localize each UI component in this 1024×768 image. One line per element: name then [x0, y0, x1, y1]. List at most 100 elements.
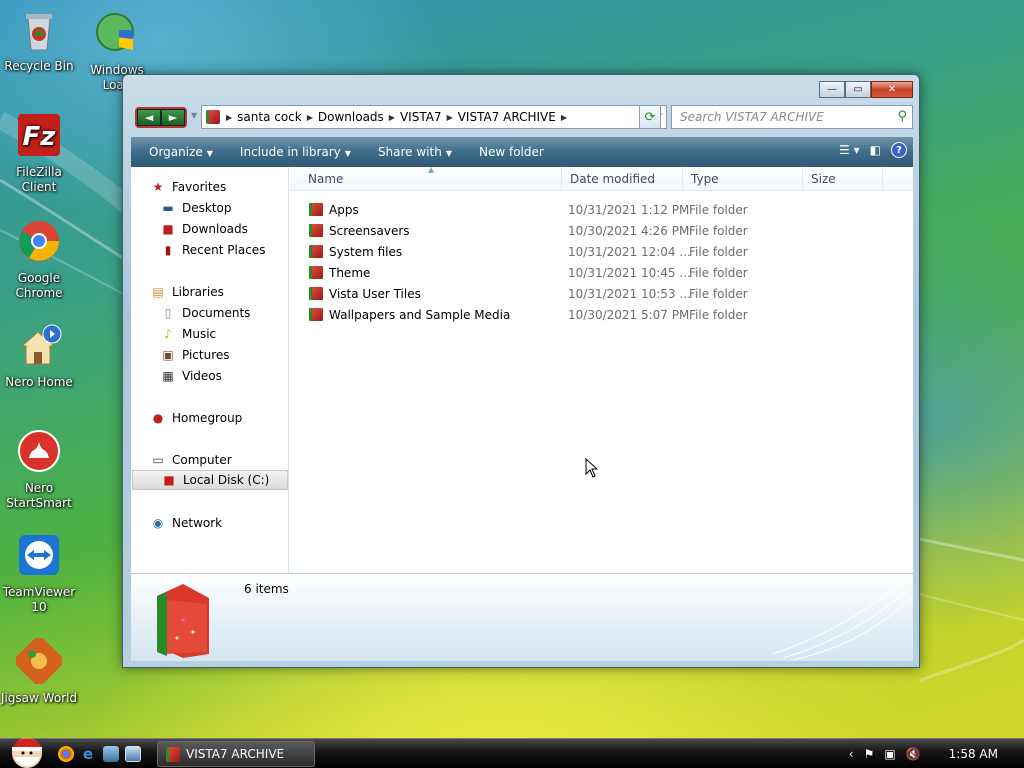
desktop-icon-recycle-bin[interactable]: Recycle Bin: [0, 6, 78, 74]
computer-icon: ▭: [152, 452, 164, 467]
include-in-library-menu[interactable]: Include in library ▼: [231, 145, 360, 159]
file-name: Screensavers: [329, 223, 410, 238]
address-bar[interactable]: ▶ santa cock ▶ Downloads ▶ VISTA7 ▶ VIST…: [201, 105, 667, 129]
organize-menu[interactable]: Organize ▼: [140, 145, 222, 159]
nav-item-libraries[interactable]: ▤ Libraries: [151, 282, 224, 302]
internet-explorer-icon[interactable]: e: [80, 746, 96, 762]
switch-windows-icon[interactable]: [125, 746, 141, 762]
nav-item-local-disk[interactable]: ■ Local Disk (C:): [132, 470, 288, 490]
include-label: Include in library: [239, 145, 341, 159]
new-folder-button[interactable]: New folder: [470, 145, 553, 159]
file-row[interactable]: Vista User Tiles 10/31/2021 10:53 ... Fi…: [291, 283, 913, 304]
file-name: Theme: [329, 265, 371, 280]
breadcrumb-downloads[interactable]: Downloads: [313, 110, 389, 124]
chevron-down-icon: ▼: [445, 149, 452, 158]
recycle-bin-icon: [26, 14, 52, 51]
file-row[interactable]: Apps 10/31/2021 1:12 PM File folder: [291, 199, 913, 220]
minimize-button[interactable]: —: [819, 81, 845, 98]
sort-ascending-icon: ▲: [428, 165, 435, 174]
close-button[interactable]: ✕: [871, 81, 913, 98]
file-name: Vista User Tiles: [329, 286, 421, 301]
share-with-menu[interactable]: Share with ▼: [369, 145, 461, 159]
nav-item-favorites[interactable]: ★ Favorites: [151, 177, 227, 197]
nav-label: Desktop: [182, 201, 232, 215]
file-row[interactable]: Wallpapers and Sample Media 10/30/2021 5…: [291, 304, 913, 325]
details-decoration: [772, 583, 912, 661]
file-type: File folder: [689, 307, 748, 322]
recent-places-icon: ▮: [164, 242, 172, 257]
nav-item-music[interactable]: ♪ Music: [161, 324, 216, 344]
back-button[interactable]: ◄: [137, 109, 161, 126]
file-row[interactable]: Screensavers 10/30/2021 4:26 PM File fol…: [291, 220, 913, 241]
teamviewer-icon: [19, 535, 59, 575]
nav-item-computer[interactable]: ▭ Computer: [151, 450, 232, 470]
nav-item-documents[interactable]: ▯ Documents: [161, 303, 251, 323]
file-name: Apps: [329, 202, 359, 217]
desktop-icon-label: Recycle Bin: [4, 59, 74, 73]
search-placeholder: Search VISTA7 ARCHIVE: [680, 110, 824, 124]
nav-label: Local Disk (C:): [183, 473, 270, 487]
taskbar-button-vista7-archive[interactable]: VISTA7 ARCHIVE: [157, 741, 315, 767]
refresh-button[interactable]: ⟳: [639, 105, 661, 129]
file-type: File folder: [689, 202, 748, 217]
music-icon: ♪: [164, 326, 172, 341]
column-label: Date modified: [570, 171, 656, 186]
search-input[interactable]: Search VISTA7 ARCHIVE ⚲: [671, 105, 913, 129]
nav-item-downloads[interactable]: ■ Downloads: [161, 219, 248, 239]
column-header-type[interactable]: Type: [683, 167, 803, 191]
action-center-flag-icon[interactable]: ⚑: [864, 747, 875, 761]
desktop-icon-label: Nero Home: [5, 375, 73, 389]
nero-home-icon: [20, 324, 62, 365]
volume-muted-icon[interactable]: 🔇: [906, 747, 921, 761]
column-label: Type: [691, 171, 719, 186]
history-dropdown-icon[interactable]: ▼: [191, 111, 197, 120]
help-icon[interactable]: ?: [891, 142, 907, 158]
desktop-icon-nero-startsmart[interactable]: Nero StartSmart: [0, 428, 78, 511]
nav-label: Music: [182, 327, 217, 341]
column-header-filler: [883, 167, 913, 191]
column-header-date[interactable]: Date modified: [562, 167, 683, 191]
file-row[interactable]: System files 10/31/2021 12:04 ... File f…: [291, 241, 913, 262]
desktop-icon-label: Nero StartSmart: [6, 481, 72, 510]
nav-item-desktop[interactable]: ▬ Desktop: [161, 198, 232, 218]
nav-item-network[interactable]: ◉ Network: [151, 513, 222, 533]
desktop-icon-chrome[interactable]: Google Chrome: [0, 218, 78, 301]
search-icon[interactable]: ⚲: [897, 109, 907, 124]
forward-button[interactable]: ►: [161, 109, 185, 126]
clock[interactable]: 1:58 AM: [949, 747, 998, 761]
file-row[interactable]: Theme 10/31/2021 10:45 ... File folder: [291, 262, 913, 283]
nav-item-pictures[interactable]: ▣ Pictures: [161, 345, 229, 365]
show-desktop-icon[interactable]: [103, 746, 119, 762]
column-label: Name: [308, 171, 344, 186]
pictures-icon: ▣: [162, 347, 174, 362]
breadcrumb-santa-cock[interactable]: santa cock: [232, 110, 307, 124]
column-header-size[interactable]: Size: [803, 167, 883, 191]
nav-label: Documents: [182, 306, 251, 320]
nero-startsmart-icon: [18, 430, 60, 472]
chrome-quicklaunch-icon[interactable]: [58, 746, 74, 762]
breadcrumb-vista7[interactable]: VISTA7: [395, 110, 447, 124]
chevron-left-icon[interactable]: ‹: [849, 747, 854, 761]
column-header-name[interactable]: ▲ Name: [291, 165, 562, 191]
svg-text:Fz: Fz: [23, 122, 57, 152]
breadcrumb-separator-icon[interactable]: ▶: [561, 113, 567, 122]
maximize-button[interactable]: ▭: [845, 81, 871, 98]
start-button-santa-icon[interactable]: [8, 733, 46, 768]
nav-label: Downloads: [182, 222, 248, 236]
desktop-icon-filezilla[interactable]: Fz FileZilla Client: [0, 112, 78, 195]
jigsaw-world-icon: [12, 634, 66, 688]
file-type: File folder: [689, 286, 748, 301]
view-options-icon[interactable]: ☰ ▾: [839, 143, 860, 157]
network-tray-icon[interactable]: ▣: [884, 747, 895, 761]
desktop-icon-label: Jigsaw World: [0, 691, 78, 705]
preview-pane-icon[interactable]: ◧: [870, 143, 881, 157]
nav-item-recent-places[interactable]: ▮ Recent Places: [161, 240, 266, 260]
breadcrumb-vista7-archive[interactable]: VISTA7 ARCHIVE: [453, 110, 561, 124]
nav-item-videos[interactable]: ▦ Videos: [161, 366, 222, 386]
nav-item-homegroup[interactable]: ● Homegroup: [151, 408, 243, 428]
nav-label: Computer: [172, 453, 232, 467]
desktop-icon-label: TeamViewer 10: [2, 585, 76, 614]
desktop-icon-teamviewer[interactable]: TeamViewer 10: [0, 532, 78, 615]
desktop-icon-jigsaw-world[interactable]: Jigsaw World: [0, 634, 78, 706]
desktop-icon-nero-home[interactable]: Nero Home: [0, 322, 78, 390]
